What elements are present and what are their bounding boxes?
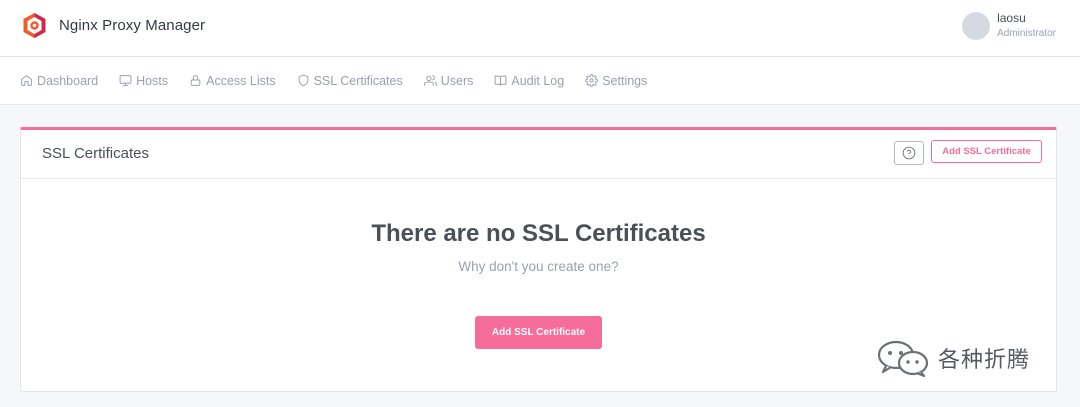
- nav-item-ssl-certificates[interactable]: SSL Certificates: [297, 74, 403, 88]
- top-header: Nginx Proxy Manager laosu Administrator: [0, 0, 1080, 57]
- shield-icon: [298, 74, 308, 87]
- watermark-text: 各种折腾: [938, 347, 1031, 372]
- app-logo-icon: [23, 13, 46, 38]
- empty-state-subtitle: Why don't you create one?: [458, 259, 619, 274]
- help-icon: [902, 146, 916, 160]
- lock-icon: [190, 75, 201, 86]
- nav-item-label: Settings: [602, 73, 648, 88]
- add-ssl-certificate-header-button[interactable]: Add SSL Certificate: [931, 140, 1042, 163]
- nav-item-audit-log[interactable]: Audit Log: [494, 74, 564, 88]
- brand[interactable]: Nginx Proxy Manager: [22, 12, 205, 39]
- home-icon: [21, 75, 32, 86]
- main-nav: Dashboard Hosts Access Lists SSL Certifi…: [0, 57, 1080, 105]
- nav-item-label: Hosts: [136, 73, 169, 88]
- users-icon: [423, 75, 437, 86]
- nav-item-label: Dashboard: [37, 73, 99, 88]
- nav-item-settings[interactable]: Settings: [585, 74, 647, 88]
- card-header: SSL Certificates Add SSL Certificate: [21, 130, 1056, 179]
- add-ssl-certificate-button[interactable]: Add SSL Certificate: [475, 316, 602, 349]
- avatar[interactable]: [962, 12, 991, 40]
- nav-item-hosts[interactable]: Hosts: [119, 74, 168, 88]
- watermark: 各种折腾: [876, 338, 1030, 378]
- user-menu[interactable]: laosu Administrator: [962, 11, 1056, 41]
- nav-item-dashboard[interactable]: Dashboard: [20, 74, 98, 88]
- book-icon: [494, 75, 507, 86]
- nav-item-label: Users: [440, 73, 474, 88]
- nav-item-label: Audit Log: [511, 73, 565, 88]
- app-title: Nginx Proxy Manager: [59, 17, 206, 34]
- user-name: laosu: [997, 11, 1026, 25]
- monitor-icon: [119, 75, 132, 86]
- wechat-icon: [877, 340, 929, 378]
- empty-state-title: There are no SSL Certificates: [371, 220, 706, 247]
- gear-icon: [585, 74, 599, 87]
- help-button[interactable]: [894, 141, 924, 165]
- nav-item-access-lists[interactable]: Access Lists: [189, 73, 276, 88]
- card-title: SSL Certificates: [42, 145, 149, 162]
- nav-item-users[interactable]: Users: [423, 73, 474, 88]
- nav-item-label: SSL Certificates: [313, 73, 403, 88]
- nav-item-label: Access Lists: [206, 73, 276, 88]
- user-role: Administrator: [997, 28, 1056, 39]
